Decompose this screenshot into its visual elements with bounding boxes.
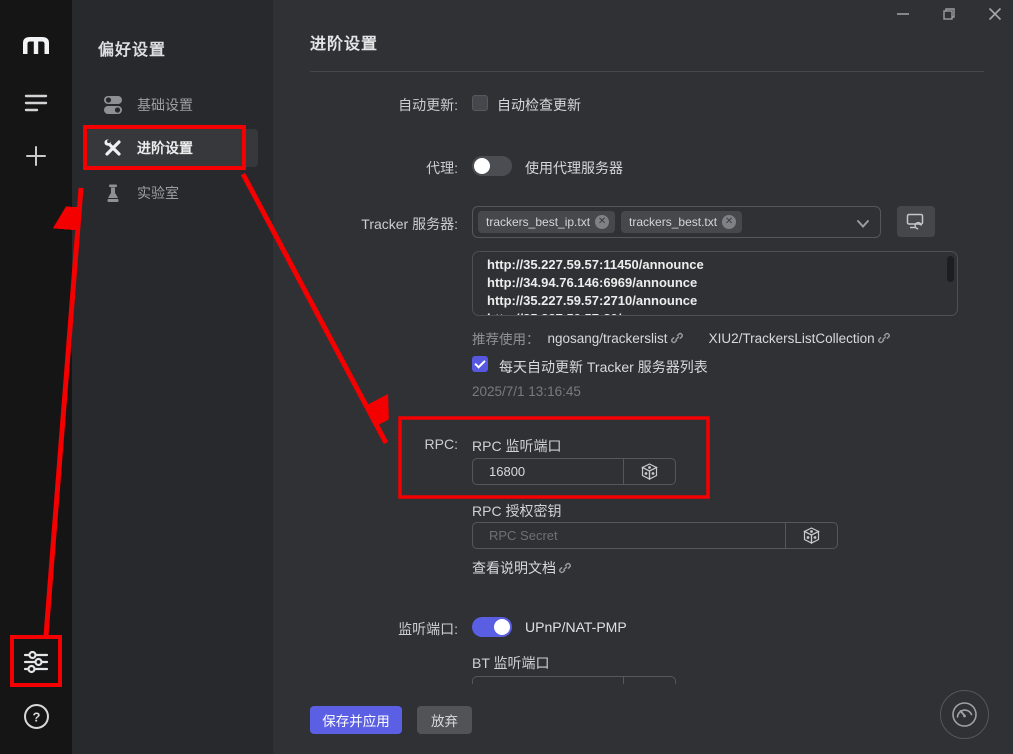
preferences-sidebar: 偏好设置 基础设置 进阶设置 实验室 [72,0,273,754]
listen-port-label: 监听端口: [398,621,458,637]
task-list-icon[interactable] [0,88,72,116]
divider [310,71,984,72]
restore-icon[interactable] [939,4,959,24]
tracker-label: Tracker 服务器: [361,216,458,232]
speedometer-icon [952,702,977,727]
minimize-icon[interactable] [893,4,913,24]
app-rail: ? [0,0,72,754]
tracker-source-select[interactable]: trackers_best_ip.txt ✕ trackers_best.txt… [472,206,881,238]
tracker-url: http://35.227.59.57:80/announce [487,310,943,315]
scrollbar-thumb[interactable] [947,256,954,282]
random-secret-button[interactable] [785,523,837,548]
last-update-timestamp: 2025/7/1 13:16:45 [472,384,581,399]
auto-check-update-text: 自动检查更新 [497,97,581,113]
add-icon[interactable] [0,140,72,172]
rpc-secret-control: RPC Secret [472,522,838,549]
bt-port-control-clipped [472,676,678,684]
chevron-down-icon [856,216,870,234]
sidebar-item-label: 基础设置 [137,97,193,113]
toggles-icon [103,96,123,114]
upnp-toggle[interactable] [472,617,512,637]
advanced-settings-panel: 进阶设置 自动更新: 自动检查更新 代理: 使用代理服务器 Tracker 服务… [273,0,1013,754]
close-tag-icon[interactable]: ✕ [595,215,610,229]
rpc-secret-label: RPC 授权密钥 [472,503,562,519]
discard-button[interactable]: 放弃 [417,706,472,734]
daily-tracker-update-text: 每天自动更新 Tracker 服务器列表 [499,359,708,375]
sync-trackers-button[interactable] [897,206,935,237]
sidebar-item-basic-settings[interactable]: 基础设置 [86,86,258,124]
tracker-tag: trackers_best.txt ✕ [621,211,743,233]
help-icon[interactable]: ? [0,700,72,732]
window-controls [893,4,1005,24]
tracker-list-textarea[interactable]: http://35.227.59.57:11450/announce http:… [472,251,958,316]
sidebar-item-label: 实验室 [137,185,179,201]
random-bt-port-button[interactable] [623,677,675,684]
tracker-url: http://34.94.76.146:6969/announce [487,275,698,290]
rpc-secret-input[interactable]: RPC Secret [473,523,785,548]
sidebar-item-label: 进阶设置 [137,140,193,156]
upnp-text: UPnP/NAT-PMP [525,619,627,635]
daily-tracker-update-checkbox[interactable] [472,356,488,372]
sidebar-item-advanced-settings[interactable]: 进阶设置 [86,129,258,167]
bt-port-label: BT 监听端口 [472,655,550,671]
proxy-label: 代理: [426,160,458,176]
auto-update-label: 自动更新: [398,97,458,113]
auto-check-update-checkbox[interactable] [472,95,488,111]
sliders-icon[interactable] [0,644,72,680]
svg-text:?: ? [32,709,40,724]
speedometer-button[interactable] [940,690,989,739]
sidebar-item-lab[interactable]: 实验室 [86,174,258,212]
toggle-knob [494,619,510,635]
save-and-apply-button[interactable]: 保存并应用 [310,706,402,734]
rpc-port-input[interactable]: 16800 [473,459,623,484]
tracker-tag: trackers_best_ip.txt ✕ [478,211,616,233]
rpc-port-control: 16800 [472,458,676,485]
rpc-label: RPC: [424,436,458,452]
proxy-toggle-text: 使用代理服务器 [525,160,623,176]
page-title: 进阶设置 [310,36,379,53]
recommend-row: 推荐使用： ngosang/trackerslist XIU2/Trackers… [472,328,890,348]
link-icon [877,332,890,344]
link-icon [559,562,571,574]
close-tag-icon[interactable]: ✕ [722,215,737,229]
trackerslistcollection-link[interactable]: XIU2/TrackersListCollection [709,331,890,346]
recommend-label: 推荐使用： [472,332,540,347]
rpc-port-label: RPC 监听端口 [472,438,562,454]
lab-icon [103,184,123,202]
proxy-toggle[interactable] [472,156,512,176]
trackerslist-link[interactable]: ngosang/trackerslist [548,331,683,346]
link-icon [670,332,683,344]
bt-port-control [472,676,676,684]
tracker-url: http://35.227.59.57:11450/announce [487,257,704,272]
rpc-doc-link[interactable]: 查看说明文档 [472,558,571,578]
tools-icon [103,139,123,157]
sidebar-title: 偏好设置 [98,42,167,59]
toggle-knob [474,158,490,174]
bt-port-input[interactable] [473,677,623,684]
close-icon[interactable] [985,4,1005,24]
tracker-url: http://35.227.59.57:2710/announce [487,293,698,308]
motrix-logo [0,30,72,58]
random-port-button[interactable] [623,459,675,484]
